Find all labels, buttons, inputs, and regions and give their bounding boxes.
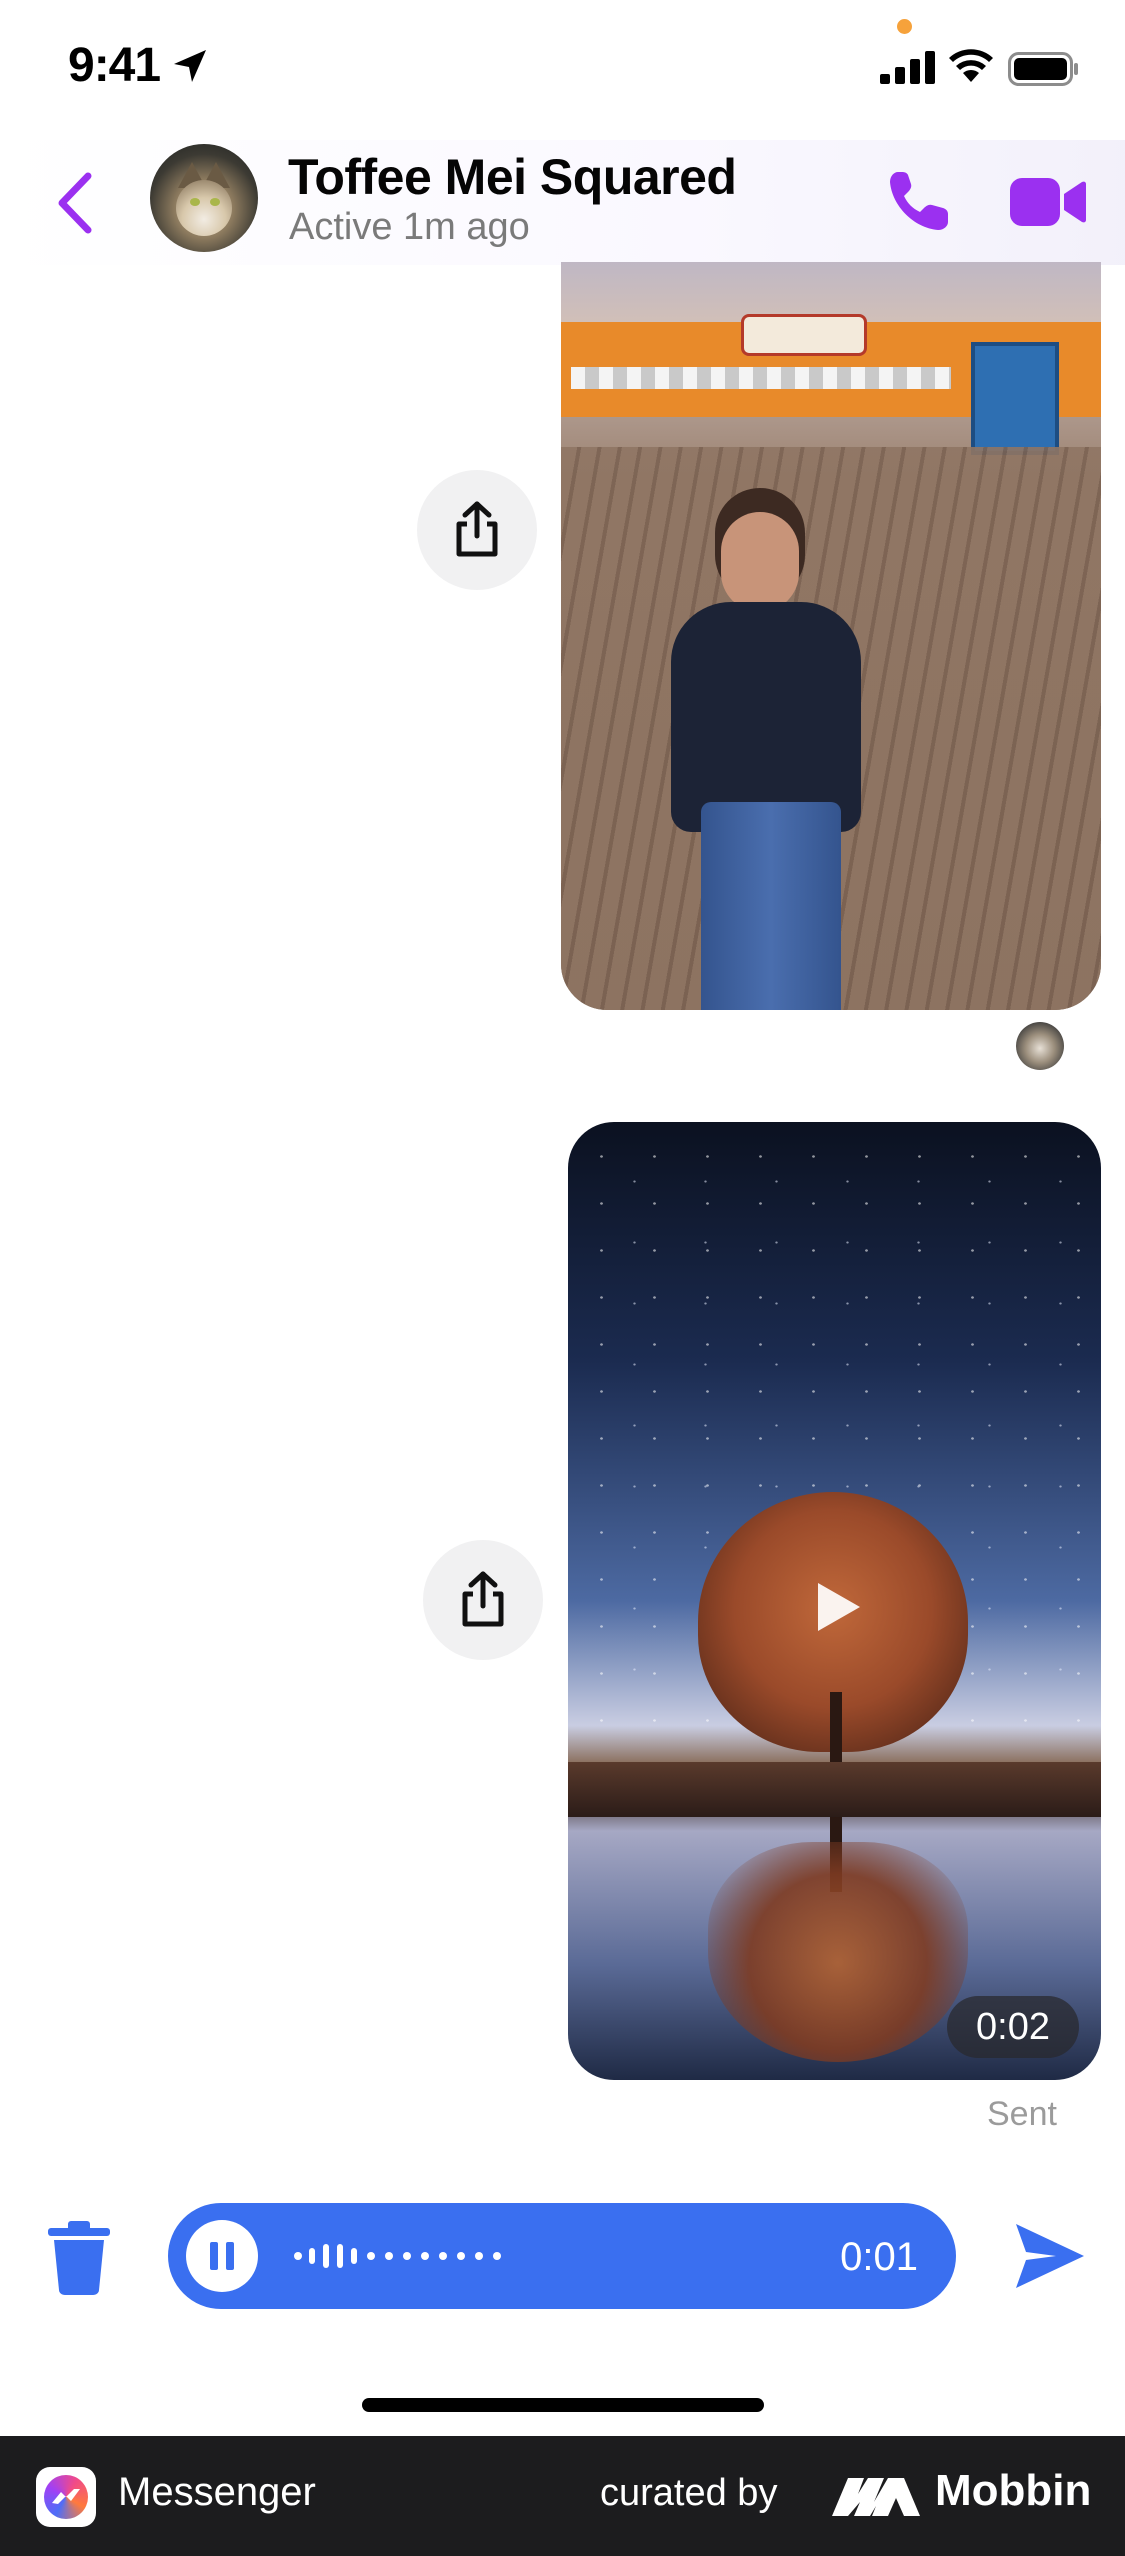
contact-avatar[interactable]: [150, 144, 258, 252]
video-camera-icon[interactable]: [1008, 170, 1088, 234]
voice-recording-bar: 0:01: [168, 2203, 956, 2309]
chat-header: Toffee Mei Squared Active 1m ago: [0, 140, 1125, 265]
share-video-button[interactable]: [423, 1540, 543, 1660]
location-arrow-icon: [174, 50, 206, 82]
wifi-icon: [949, 49, 993, 82]
mobbin-logo-icon: [832, 2478, 920, 2516]
read-receipt-avatar: [1016, 1022, 1064, 1070]
video-message[interactable]: 0:02: [568, 1122, 1101, 2080]
share-icon: [456, 501, 498, 557]
curated-by-label: curated by: [600, 2472, 778, 2514]
pause-button[interactable]: [186, 2220, 258, 2292]
message-status: Sent: [987, 2095, 1057, 2133]
footer-bar: Messenger curated by Mobbin: [0, 2436, 1125, 2556]
privacy-indicator-dot: [897, 19, 912, 34]
phone-icon[interactable]: [884, 166, 954, 236]
pause-icon: [210, 2242, 218, 2270]
status-bar: 9:41: [0, 0, 1125, 140]
signal-icon: [880, 51, 935, 84]
status-time: 9:41: [68, 39, 161, 92]
battery-icon: [1008, 52, 1078, 86]
contact-status: Active 1m ago: [289, 206, 530, 248]
share-photo-button[interactable]: [417, 470, 537, 590]
send-icon[interactable]: [1012, 2220, 1088, 2292]
contact-name[interactable]: Toffee Mei Squared: [288, 148, 737, 206]
video-duration: 0:02: [947, 1996, 1079, 2058]
voice-recording-time: 0:01: [840, 2235, 918, 2279]
mobbin-brand: Mobbin: [935, 2466, 1092, 2515]
app-name: Messenger: [118, 2470, 316, 2514]
play-icon[interactable]: [806, 1577, 866, 1637]
messenger-app-icon: [36, 2467, 96, 2527]
home-indicator[interactable]: [362, 2398, 764, 2412]
trash-icon[interactable]: [44, 2220, 114, 2296]
back-chevron-icon[interactable]: [48, 168, 108, 238]
photo-message[interactable]: [561, 262, 1101, 1010]
waveform-icon: [294, 2244, 501, 2268]
share-icon: [462, 1571, 504, 1627]
